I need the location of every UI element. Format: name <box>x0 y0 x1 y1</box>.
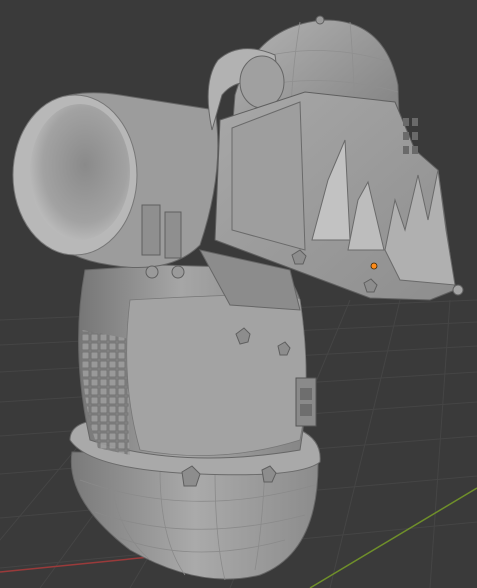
side-buckle <box>295 377 317 427</box>
armored-bust-model[interactable] <box>12 15 464 581</box>
y-axis-line <box>309 487 477 588</box>
horn-base <box>239 55 285 109</box>
3d-viewport[interactable] <box>0 0 477 588</box>
helmet-top-rivet <box>315 15 325 25</box>
object-origin-dot[interactable] <box>370 262 378 270</box>
viewport-canvas[interactable] <box>0 0 477 588</box>
shoulder-rivet <box>145 265 159 279</box>
chest-plate <box>126 294 307 457</box>
shoulder-pad-cavity <box>30 104 130 240</box>
shoulder-rivet <box>171 265 185 279</box>
visor-slot <box>231 101 306 251</box>
face-side-stud <box>452 284 464 296</box>
